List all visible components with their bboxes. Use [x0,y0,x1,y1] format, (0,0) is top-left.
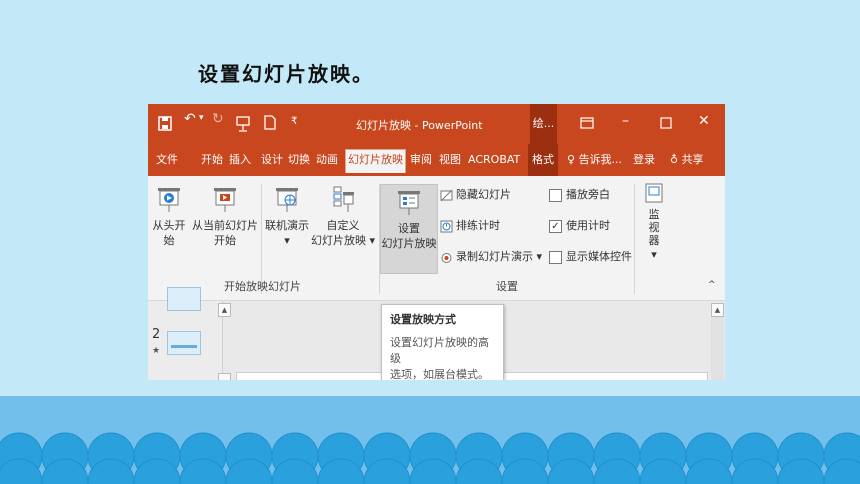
setup-slideshow-icon [398,191,420,215]
tab-slideshow[interactable]: 幻灯片放映 [345,149,406,173]
tab-home[interactable]: 开始 [199,150,225,170]
group-label-setup: 设置 [496,280,518,293]
tooltip-description-1: 设置幻灯片放映的高级 [390,336,489,365]
share-button[interactable]: ♁ 共享 [668,150,706,170]
play-from-start-icon [158,188,180,212]
thumbnail-scroll-down-icon[interactable] [218,373,231,380]
ribbon-separator [634,184,635,294]
tooltip-description-2: 选项，如展台模式。 [390,368,489,380]
hide-slide-label: 隐藏幻灯片 [456,188,511,201]
slide-number: 2 [152,327,161,342]
custom-slideshow-label-2: 幻灯片放映 ▾ [310,234,376,247]
setup-slideshow-label-2: 幻灯片放映 [381,237,437,250]
start-slideshow-icon[interactable] [236,115,250,132]
tooltip-title: 设置放映方式 [390,313,456,326]
tab-animations[interactable]: 动画 [314,150,340,170]
window-title: 幻灯片放映 - PowerPoint [356,119,483,132]
tell-me-label: 告诉我... [578,153,623,166]
from-current-slide-button[interactable]: 从当前幻灯片 开始 [192,186,258,248]
play-narration-checkbox[interactable]: 播放旁白 [549,186,610,204]
collapse-ribbon-icon[interactable]: ^ [708,276,716,294]
tab-file[interactable]: 文件 [154,150,180,170]
powerpoint-screenshot: ↶ ▾ ↻ ₹ 幻灯片放映 - PowerPoint 绘... – ✕ 文件 开… [148,104,725,380]
tab-design[interactable]: 设计 [259,150,285,170]
decorative-waves [0,430,860,484]
rehearse-timings-icon [440,220,453,232]
drawing-tools-context[interactable]: 绘... [530,104,557,144]
from-current-label-1: 从当前幻灯片 [192,219,258,232]
setup-slideshow-button[interactable]: 设置 幻灯片放映 [380,184,438,274]
tab-format[interactable]: 格式 [528,144,558,176]
thumbnail-wave-band [171,345,197,348]
monitors-button[interactable]: 监视器 ▾ [638,182,670,262]
editor-scrollbar[interactable] [711,317,724,380]
present-online-button[interactable]: 联机演示 ▾ [264,186,310,248]
new-icon[interactable] [264,115,276,130]
present-online-label: 联机演示 [265,219,309,232]
from-current-label-2: 开始 [214,234,236,247]
custom-slideshow-label-1: 自定义 [326,219,360,232]
rehearse-timings-label: 排练计时 [456,219,500,232]
sign-in-link[interactable]: 登录 [631,150,657,170]
from-beginning-button[interactable]: 从头开始 [148,186,190,248]
record-icon [441,252,452,263]
tab-transitions[interactable]: 切换 [286,150,312,170]
undo-dropdown-icon[interactable]: ▾ [199,113,204,123]
customize-qa-icon[interactable]: ₹ [291,116,297,127]
hide-slide-icon [440,189,453,201]
thumbnail-scroll-up-icon[interactable]: ▲ [218,303,231,317]
maximize-icon[interactable] [660,117,672,129]
monitors-dropdown-icon: ▾ [651,248,657,261]
tab-acrobat[interactable]: ACROBAT [466,150,522,170]
redo-icon[interactable]: ↻ [212,111,224,127]
lightbulb-icon: ♀ [567,153,576,166]
share-label: 共享 [681,153,704,166]
slide-thumbnail[interactable] [167,287,201,311]
slide-title: 设置幻灯片放映。 [198,62,374,86]
play-narration-check[interactable] [549,188,562,202]
tab-insert[interactable]: 插入 [227,150,253,170]
ribbon-slideshow: 从头开始 从当前幻灯片 开始 联机演示 ▾ 自定义 幻灯片放映 ▾ 开始放映幻灯… [148,176,725,301]
hide-slide-button[interactable]: 隐藏幻灯片 [440,186,511,204]
save-icon[interactable] [158,116,172,131]
tell-me-search[interactable]: ♀ 告诉我... [565,150,624,170]
tab-review[interactable]: 审阅 [408,150,434,170]
play-narration-label: 播放旁白 [566,188,610,201]
undo-icon[interactable]: ↶ [184,111,196,127]
use-timings-label: 使用计时 [566,219,610,232]
slide-thumbnail[interactable] [167,331,201,355]
slide-thumbnail-pane: 2 ★ ▲ [148,287,231,380]
close-icon[interactable]: ✕ [698,113,710,129]
present-online-icon [276,188,298,212]
share-icon: ♁ [670,153,679,166]
record-slideshow-button[interactable]: 录制幻灯片演示 ▾ [440,248,542,266]
use-timings-check[interactable]: ✓ [549,219,562,233]
monitors-label: 监视器 [648,208,660,247]
show-media-controls-checkbox[interactable]: 显示媒体控件 [549,248,632,266]
use-timings-checkbox[interactable]: ✓ 使用计时 [549,217,610,235]
setup-slideshow-label-1: 设置 [398,222,420,235]
custom-slideshow-icon [333,186,354,212]
record-slideshow-label: 录制幻灯片演示 ▾ [456,250,543,263]
star-icon: ★ [152,346,161,356]
rehearse-timings-button[interactable]: 排练计时 [440,217,500,235]
custom-slideshow-button[interactable]: 自定义 幻灯片放映 ▾ [310,186,376,248]
setup-slideshow-tooltip: 设置放映方式 设置幻灯片放映的高级 选项，如展台模式。 [381,304,504,380]
show-media-controls-check[interactable] [549,250,562,264]
show-media-controls-label: 显示媒体控件 [566,250,632,263]
ribbon-display-icon[interactable] [580,117,594,129]
monitor-icon [645,183,663,203]
ribbon-tabs: 文件 开始 插入 设计 切换 动画 幻灯片放映 审阅 视图 ACROBAT 格式… [148,144,725,176]
title-bar: ↶ ▾ ↻ ₹ 幻灯片放映 - PowerPoint 绘... – ✕ [148,104,725,144]
present-online-dropdown-icon: ▾ [284,234,290,247]
play-from-current-icon [214,188,236,212]
group-label-start-slideshow: 开始放映幻灯片 [224,280,301,293]
from-beginning-label: 从头开始 [152,219,186,247]
editor-scroll-up-icon[interactable]: ▲ [711,303,724,317]
minimize-icon[interactable]: – [622,113,629,129]
tab-view[interactable]: 视图 [437,150,463,170]
